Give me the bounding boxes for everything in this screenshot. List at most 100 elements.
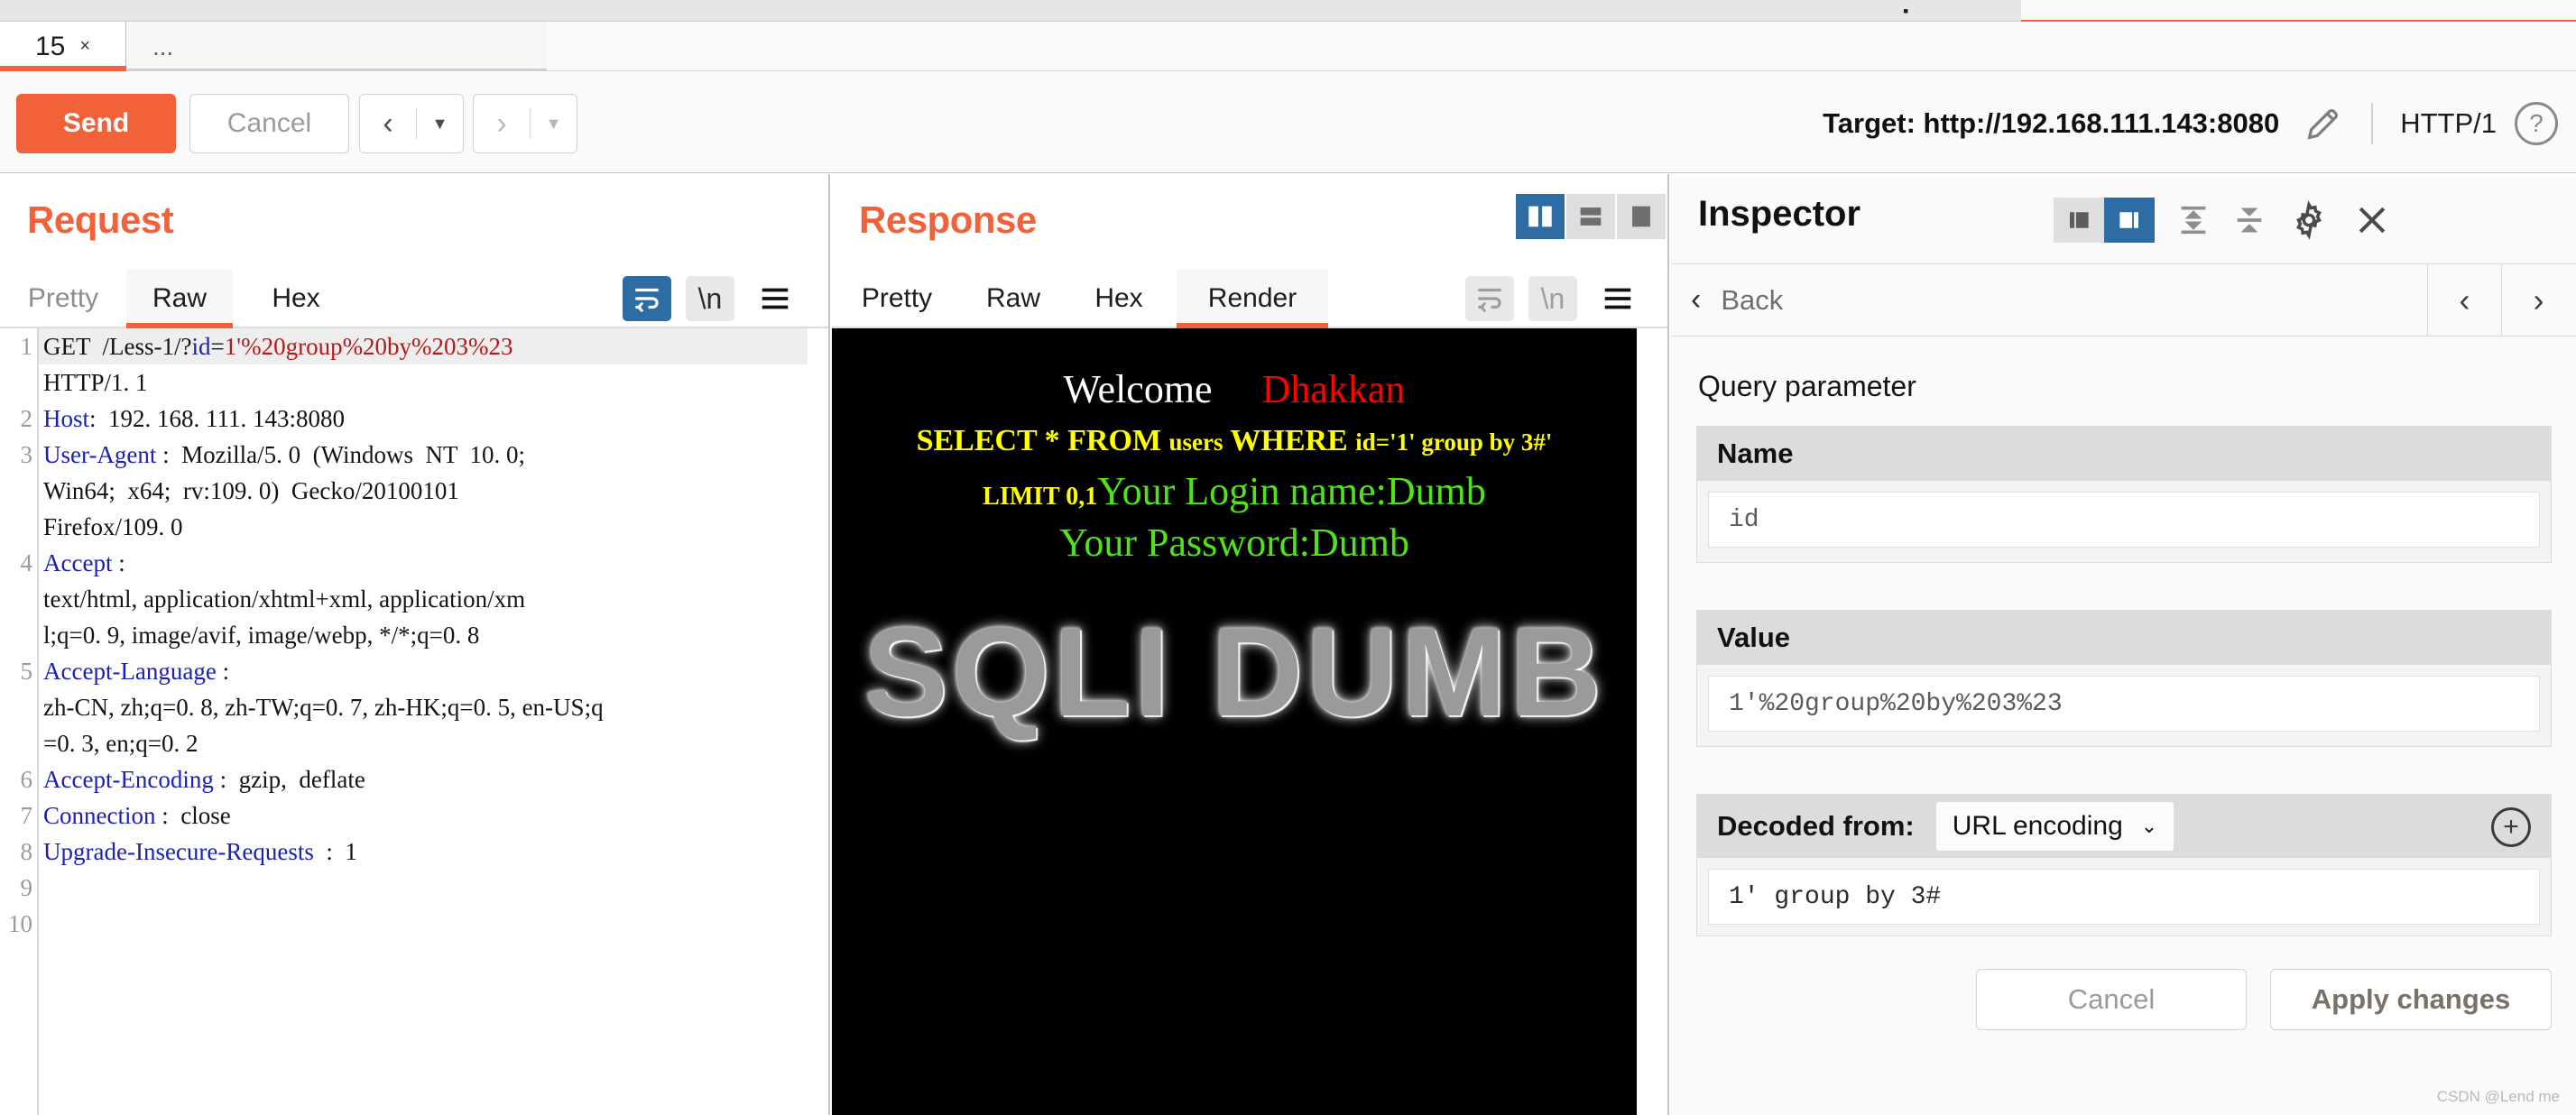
- render-password-line: Your Password:Dumb: [1059, 521, 1409, 565]
- line-number: 4: [20, 549, 33, 576]
- send-button[interactable]: Send: [16, 94, 176, 153]
- tab-request-raw[interactable]: Raw: [126, 269, 233, 328]
- render-welcome-text: Welcome: [1063, 367, 1213, 411]
- target-area: Target: http://192.168.111.143:8080 HTTP…: [1823, 94, 2576, 153]
- pencil-icon[interactable]: [2303, 103, 2344, 144]
- tab-response-raw[interactable]: Raw: [964, 269, 1063, 328]
- render-dhakkan-text: Dhakkan: [1261, 367, 1406, 411]
- request-text: : 192. 168. 111. 143:8080: [89, 405, 346, 432]
- newline-icon[interactable]: \n: [686, 276, 734, 321]
- request-text: : 1: [313, 838, 357, 865]
- tab-label: Raw: [985, 283, 1040, 313]
- header-name: User-Agent: [43, 441, 157, 468]
- request-panel-title: Request: [27, 198, 174, 241]
- add-circle-icon[interactable]: +: [2491, 807, 2531, 847]
- collapse-all-icon[interactable]: [2225, 196, 2274, 244]
- apply-changes-button[interactable]: Apply changes: [2270, 969, 2552, 1030]
- chevron-left-icon[interactable]: ‹: [360, 108, 416, 139]
- word-wrap-icon[interactable]: [623, 276, 671, 321]
- tab-label: Render: [1207, 283, 1297, 313]
- tab-request-pretty[interactable]: Pretty: [9, 269, 117, 328]
- close-icon[interactable]: [2346, 194, 2398, 246]
- divider: [2371, 103, 2374, 144]
- cancel-button[interactable]: Cancel: [189, 94, 349, 153]
- render-limit-text: LIMIT 0,1: [983, 483, 1098, 511]
- request-line: Accept-Encoding : gzip, deflate: [43, 761, 828, 797]
- response-panel-title: Response: [859, 198, 1037, 241]
- render-sql-users: users: [1168, 428, 1223, 456]
- gear-icon[interactable]: [2283, 194, 2335, 246]
- decoding-select[interactable]: URL encoding ⌄: [1935, 802, 2174, 851]
- single-pane-icon[interactable]: [1617, 194, 1666, 239]
- request-line: Accept :: [43, 545, 828, 581]
- split-horizontal-icon[interactable]: [1566, 194, 1615, 239]
- repeater-toolbar: Send Cancel ‹ ▼ › ▼ Target: http://192.1…: [0, 72, 2576, 173]
- request-text: :: [112, 549, 125, 576]
- chevron-right-icon[interactable]: ›: [474, 108, 530, 139]
- pane-left-icon[interactable]: [2054, 198, 2104, 243]
- render-limit-login-line: LIMIT 0,1Your Login name:Dumb: [832, 468, 1637, 514]
- value-field-group: Value 1'%20group%20by%203%23: [1696, 610, 2552, 747]
- repeater-tab-more[interactable]: ...: [127, 22, 547, 71]
- repeater-tab-15[interactable]: 15 ×: [0, 22, 126, 71]
- header-name: id: [191, 333, 211, 360]
- tab-label: Raw: [152, 283, 207, 313]
- request-panel: Request Pretty Raw Hex \n 1 2 3 4 5 6 7 …: [0, 174, 830, 1115]
- header-name: Accept-Language: [43, 658, 217, 685]
- close-icon[interactable]: ×: [79, 36, 90, 57]
- repeater-tab-label: 15: [34, 31, 66, 61]
- split-vertical-icon[interactable]: [1516, 194, 1565, 239]
- request-text: : Mozilla/5. 0 (Windows NT 10. 0;: [156, 441, 526, 468]
- header-name: Upgrade-Insecure-Requests: [43, 838, 314, 865]
- decoding-select-value: URL encoding: [1952, 811, 2123, 841]
- response-render-view: Welcome Dhakkan SELECT * FROM users WHER…: [832, 328, 1667, 1115]
- next-request-button[interactable]: › ▼: [473, 94, 577, 153]
- request-line: [43, 870, 828, 906]
- burp-repeater-window: ▪ 15 × ... Send Cancel ‹ ▼ › ▼ Target: h…: [0, 0, 2576, 1115]
- back-button[interactable]: ‹ Back: [1691, 264, 1783, 336]
- inspector-body: Query parameter Name id Value 1'%20group…: [1671, 337, 2576, 1115]
- tab-request-hex[interactable]: Hex: [245, 269, 346, 328]
- value-input[interactable]: 1'%20group%20by%203%23: [1708, 676, 2540, 732]
- inspector-cancel-button[interactable]: Cancel: [1976, 969, 2247, 1030]
- request-line: Win64; x64; rv:109. 0) Gecko/20100101: [43, 473, 828, 509]
- response-tabs: Pretty Raw Hex Render \n: [832, 269, 1667, 328]
- render-sql-line: SELECT * FROM users WHERE id='1' group b…: [832, 424, 1637, 458]
- prev-request-button[interactable]: ‹ ▼: [359, 94, 464, 153]
- chevron-down-icon[interactable]: ▼: [417, 115, 463, 134]
- line-number: 8: [20, 838, 33, 865]
- back-label: Back: [1721, 283, 1784, 316]
- inspector-prev-button[interactable]: ‹: [2427, 264, 2501, 336]
- render-sql-tail: id='1' group by 3#': [1355, 428, 1553, 456]
- line-number: 10: [8, 910, 32, 937]
- hamburger-menu-icon[interactable]: [1593, 276, 1642, 321]
- value-header-label: Value: [1717, 622, 1790, 653]
- render-sql-prefix: SELECT * FROM: [916, 424, 1169, 457]
- line-number: 1: [20, 333, 33, 360]
- expand-all-icon[interactable]: [2169, 196, 2218, 244]
- tab-response-hex[interactable]: Hex: [1072, 269, 1166, 328]
- request-raw-text[interactable]: GET /Less-1/?id=1'%20group%20by%203%23 HT…: [43, 328, 828, 1115]
- decoded-value-input[interactable]: 1' group by 3#: [1708, 869, 2540, 925]
- help-icon[interactable]: ?: [2515, 102, 2558, 145]
- inspector-next-button[interactable]: ›: [2501, 264, 2575, 336]
- request-line: Firefox/109. 0: [43, 509, 828, 545]
- chevron-down-icon[interactable]: ▼: [531, 115, 577, 134]
- name-input[interactable]: id: [1708, 492, 2540, 548]
- chevron-left-icon: ‹: [2459, 281, 2470, 318]
- inspector-header: Inspector: [1671, 174, 2576, 264]
- word-wrap-icon[interactable]: [1465, 276, 1514, 321]
- inspector-title: Inspector: [1698, 194, 1861, 234]
- watermark: CSDN @Lend me: [2436, 1088, 2560, 1105]
- http-version-label[interactable]: HTTP/1: [2400, 107, 2497, 140]
- tab-response-render[interactable]: Render: [1177, 269, 1328, 328]
- line-number: 9: [20, 874, 33, 901]
- inspector-nav: ‹ Back ‹ ›: [1671, 264, 2576, 336]
- more-tabs-label: ...: [152, 32, 174, 60]
- tab-response-pretty[interactable]: Pretty: [841, 269, 953, 328]
- newline-icon[interactable]: \n: [1528, 276, 1577, 321]
- hamburger-menu-icon[interactable]: [751, 276, 799, 321]
- pane-right-icon[interactable]: [2104, 198, 2155, 243]
- request-text: text/html, application/xhtml+xml, applic…: [43, 585, 526, 613]
- request-editor[interactable]: 1 2 3 4 5 6 7 8 9 10 GET /Less-1/?id=1'%20group%2…: [0, 328, 828, 1115]
